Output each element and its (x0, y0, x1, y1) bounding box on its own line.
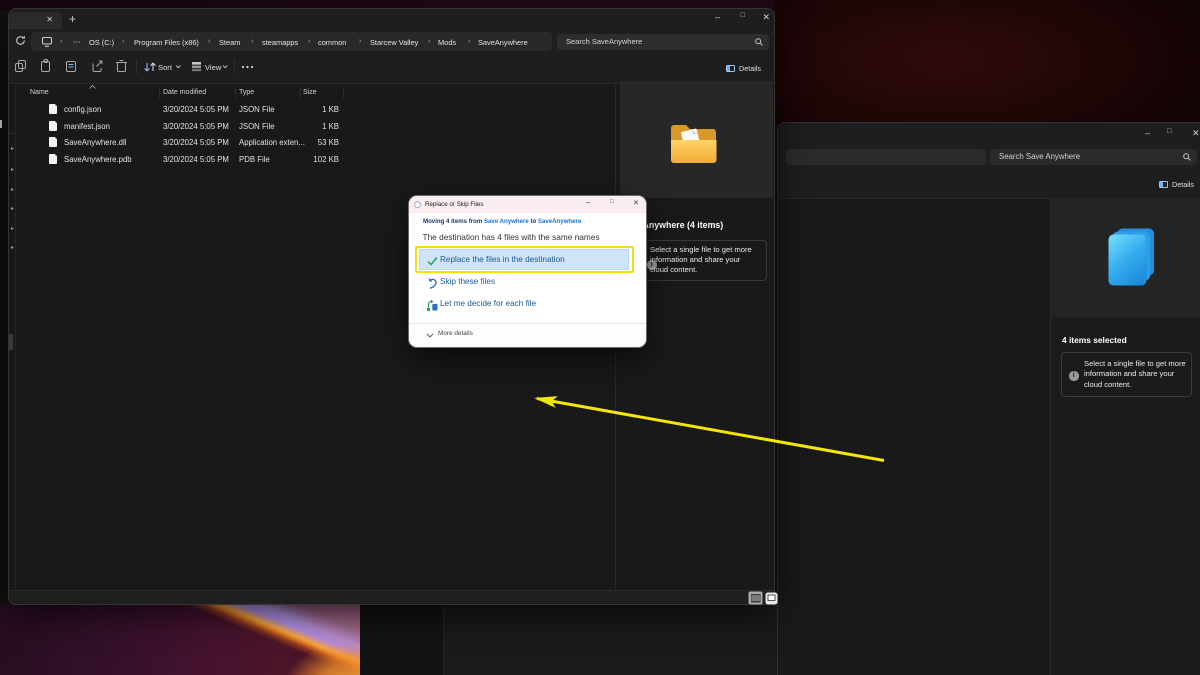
svg-text:Sort: Sort (158, 63, 173, 72)
svg-text:View: View (205, 63, 222, 72)
